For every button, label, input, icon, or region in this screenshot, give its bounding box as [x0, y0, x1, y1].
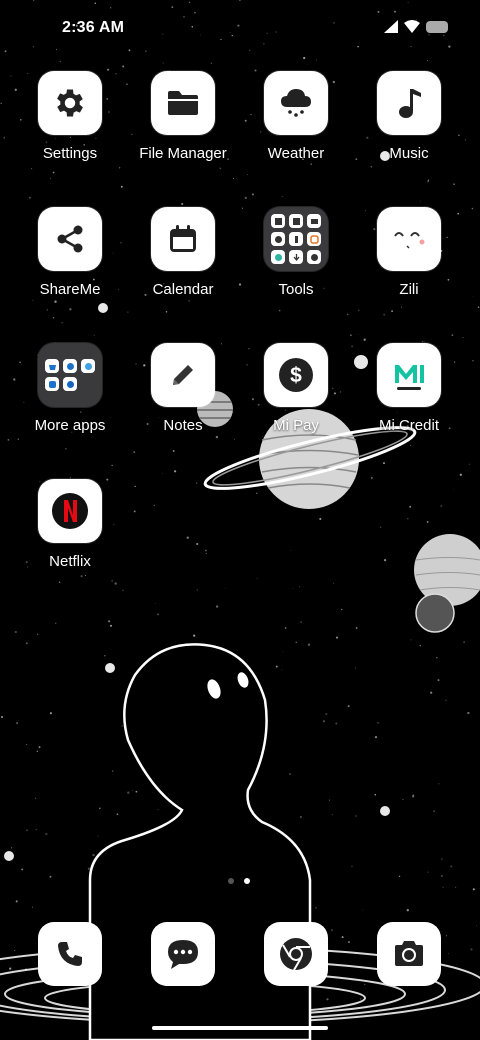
app-label: Calendar — [152, 281, 214, 298]
status-time: 2:36 AM — [62, 19, 125, 36]
svg-text:$: $ — [290, 364, 302, 387]
tools-folder-icon — [271, 214, 321, 264]
app-folder-more-apps[interactable]: More apps — [14, 343, 126, 463]
netflix-tile[interactable] — [38, 479, 102, 543]
netflix-icon — [52, 493, 88, 529]
dock-phone[interactable] — [38, 922, 102, 986]
page-dot-2-active[interactable] — [244, 878, 250, 884]
status-icons — [384, 20, 448, 33]
messages-icon — [168, 940, 198, 969]
music-tile[interactable] — [377, 71, 441, 135]
zili-face-icon — [394, 232, 425, 249]
mi-pay-tile[interactable]: $ — [264, 343, 328, 407]
more-apps-folder-icon — [45, 359, 95, 391]
app-shareme[interactable]: ShareMe — [14, 207, 126, 327]
app-folder-tools[interactable]: Tools — [240, 207, 352, 327]
more-apps-folder-tile[interactable] — [38, 343, 102, 407]
app-zili[interactable]: Zili — [353, 207, 465, 327]
app-netflix[interactable]: Netflix — [14, 479, 126, 599]
dock-camera[interactable] — [377, 922, 441, 986]
dock-chrome[interactable] — [264, 922, 328, 986]
app-label: Zili — [399, 281, 419, 298]
signal-icon — [384, 20, 398, 33]
dollar-icon: $ — [279, 358, 313, 392]
weather-cloud-icon — [281, 89, 311, 117]
page-indicator — [228, 878, 250, 884]
weather-tile[interactable] — [264, 71, 328, 135]
app-mi-pay[interactable]: $ Mi Pay — [240, 343, 352, 463]
folder-icon — [168, 91, 198, 115]
mi-credit-logo-icon — [395, 365, 424, 390]
app-mi-credit[interactable]: Mi Credit — [353, 343, 465, 463]
dock-messages[interactable] — [151, 922, 215, 986]
app-label: More apps — [34, 417, 106, 434]
pencil-icon — [173, 365, 193, 385]
app-settings[interactable]: Settings — [14, 71, 126, 191]
app-label: Settings — [42, 145, 98, 162]
page-dot-1[interactable] — [228, 878, 234, 884]
battery-icon — [426, 20, 448, 33]
home-indicator-bar[interactable] — [152, 1026, 328, 1030]
app-label: Music — [389, 145, 429, 162]
calendar-tile[interactable] — [151, 207, 215, 271]
app-label: Mi Credit — [378, 417, 439, 434]
app-label: Mi Pay — [273, 417, 319, 434]
app-label: Notes — [163, 417, 203, 434]
app-file-manager[interactable]: File Manager — [127, 71, 239, 191]
tools-folder-tile[interactable] — [264, 207, 328, 271]
camera-icon — [395, 941, 423, 966]
file-manager-tile[interactable] — [151, 71, 215, 135]
status-bar: 2:36 AM — [0, 0, 480, 56]
notes-tile[interactable] — [151, 343, 215, 407]
mi-credit-tile[interactable] — [377, 343, 441, 407]
chrome-icon — [280, 938, 312, 971]
share-icon — [57, 225, 83, 253]
zili-tile[interactable] — [377, 207, 441, 271]
app-label: File Manager — [139, 145, 227, 162]
settings-tile[interactable] — [38, 71, 102, 135]
app-label: Weather — [267, 145, 325, 162]
app-calendar[interactable]: Calendar — [127, 207, 239, 327]
app-music[interactable]: Music — [353, 71, 465, 191]
gear-icon — [57, 89, 83, 117]
app-label: ShareMe — [39, 281, 101, 298]
app-notes[interactable]: Notes — [127, 343, 239, 463]
app-weather[interactable]: Weather — [240, 71, 352, 191]
shareme-tile[interactable] — [38, 207, 102, 271]
calendar-icon — [170, 225, 196, 252]
phone-icon — [58, 942, 82, 966]
wifi-icon — [404, 20, 420, 33]
music-note-icon — [399, 89, 421, 118]
app-label: Netflix — [49, 553, 91, 570]
app-label: Tools — [278, 281, 314, 298]
